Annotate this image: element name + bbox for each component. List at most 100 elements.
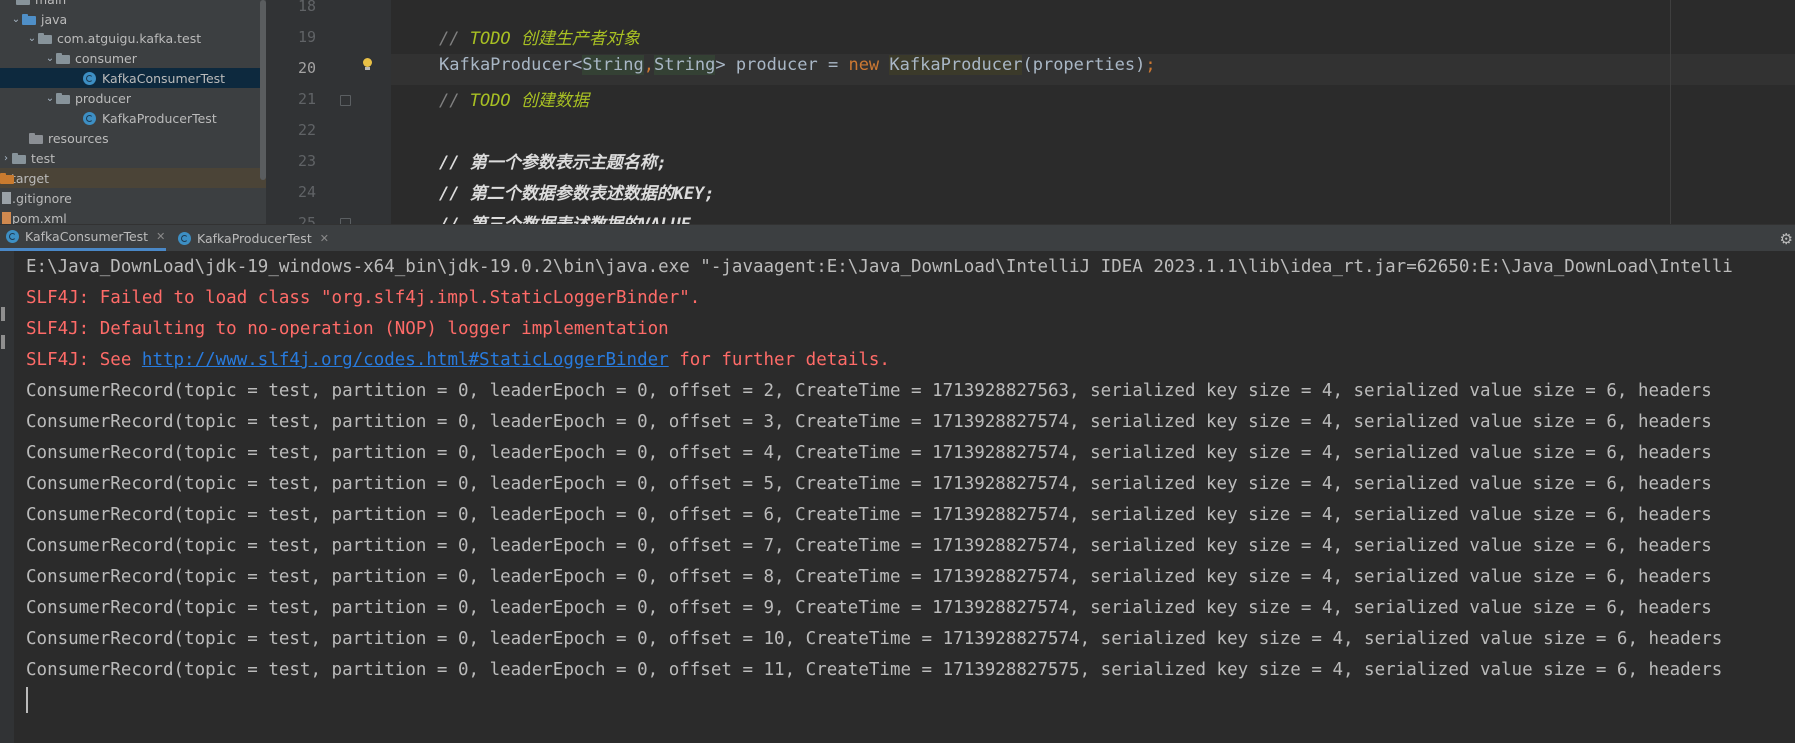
fold-marker-icon[interactable] — [340, 95, 351, 106]
tree-item-gitignore[interactable]: .gitignore — [0, 188, 266, 208]
tab-label: KafkaConsumerTest — [25, 229, 149, 244]
code-token: KafkaProducer — [889, 55, 1023, 75]
line-number: 21 — [297, 90, 316, 108]
console-record-line: ConsumerRecord(topic = test, partition =… — [26, 660, 1723, 680]
lightbulb-icon[interactable] — [362, 58, 372, 70]
line-number: 20 — [297, 59, 316, 77]
tree-item-label: consumer — [75, 50, 137, 66]
text-cursor — [26, 687, 28, 713]
class-icon — [83, 111, 97, 125]
keyword: new — [848, 55, 880, 75]
class-icon — [178, 231, 192, 245]
console-link[interactable]: http://www.slf4j.org/codes.html#StaticLo… — [142, 350, 669, 370]
code-token: > producer = — [715, 55, 849, 75]
code-token: , — [643, 55, 654, 75]
console-record-line: ConsumerRecord(topic = test, partition =… — [26, 505, 1712, 525]
tab-label: KafkaProducerTest — [197, 230, 312, 246]
chevron-down-icon[interactable]: ⌄ — [44, 53, 56, 64]
code-line-25: // 第三个数据表述数据的VALUE — [439, 210, 691, 224]
code-token: ; — [1145, 55, 1156, 75]
close-icon[interactable]: ✕ — [320, 232, 329, 245]
xml-file-icon — [0, 211, 11, 224]
console-record-line: ConsumerRecord(topic = test, partition =… — [26, 536, 1712, 556]
console-record-line: ConsumerRecord(topic = test, partition =… — [26, 598, 1712, 618]
comment: // — [439, 91, 470, 111]
console-error-line: SLF4J: Failed to load class "org.slf4j.i… — [26, 288, 701, 308]
console-record-line: ConsumerRecord(topic = test, partition =… — [26, 474, 1712, 494]
folder-icon — [16, 0, 30, 5]
console-marker — [1, 307, 5, 321]
console-marker — [1, 335, 5, 349]
code-token: String — [582, 55, 644, 75]
code-editor[interactable]: // TODO 创建生产者对象 KafkaProducer<String,Str… — [391, 0, 1795, 224]
line-number: 22 — [297, 121, 316, 139]
tree-item-label: java — [41, 11, 68, 27]
chevron-down-icon[interactable]: ⌄ — [44, 93, 56, 104]
console-record-line: ConsumerRecord(topic = test, partition =… — [26, 567, 1712, 587]
tree-item-kafka-consumer-test[interactable]: KafkaConsumerTest — [0, 68, 266, 88]
file-icon — [0, 191, 11, 204]
project-tree: main ⌄ java ⌄ com.atguigu.kafka.test ⌄ c… — [0, 0, 266, 224]
source-folder-icon — [22, 13, 36, 25]
excluded-folder-icon — [0, 172, 14, 184]
package-icon — [56, 52, 70, 64]
line-number: 24 — [297, 183, 316, 201]
console-error-line: SLF4J: See http://www.slf4j.org/codes.ht… — [26, 345, 890, 376]
code-line-24: // 第二个数据参数表述数据的KEY; — [439, 184, 715, 204]
package-icon — [38, 32, 52, 44]
tree-item-label: .gitignore — [12, 190, 72, 206]
folder-icon — [12, 152, 26, 164]
chevron-down-icon[interactable]: ⌄ — [26, 33, 38, 44]
run-tab-bar: KafkaConsumerTest ✕ KafkaProducerTest ✕ … — [0, 224, 1795, 252]
right-margin-guide — [1670, 0, 1671, 224]
console-record-line: ConsumerRecord(topic = test, partition =… — [26, 443, 1712, 463]
close-icon[interactable]: ✕ — [156, 230, 165, 243]
code-token: String — [653, 55, 716, 75]
tree-item-label: target — [11, 170, 50, 186]
gear-icon[interactable]: ⚙ — [1780, 230, 1793, 248]
tree-item-label: main — [35, 0, 66, 7]
tree-item-consumer[interactable]: ⌄ consumer — [0, 48, 266, 68]
console-record-line: ConsumerRecord(topic = test, partition =… — [26, 412, 1712, 432]
console-error-line: SLF4J: Defaulting to no-operation (NOP) … — [26, 319, 669, 339]
tree-item-main[interactable]: main — [0, 0, 266, 9]
tree-item-label: resources — [48, 130, 109, 146]
comment: // — [439, 29, 470, 49]
tree-item-java[interactable]: ⌄ java — [0, 9, 266, 29]
chevron-right-icon[interactable]: › — [0, 153, 12, 164]
code-line-23: // 第一个参数表示主题名称; — [439, 153, 667, 173]
tree-item-label: KafkaConsumerTest — [102, 70, 226, 86]
class-icon — [83, 71, 97, 85]
console-gutter — [0, 251, 14, 743]
tree-item-label: KafkaProducerTest — [102, 110, 217, 126]
run-console[interactable]: E:\Java_DownLoad\jdk-19_windows-x64_bin\… — [14, 251, 1795, 743]
tab-kafka-producer-test[interactable]: KafkaProducerTest ✕ — [172, 225, 332, 251]
todo-comment: TODO 创建数据 — [469, 91, 589, 111]
line-number: 23 — [297, 152, 316, 170]
code-line-20: KafkaProducer<String,String> producer = … — [439, 55, 1156, 75]
tree-item-pom[interactable]: pom.xml — [0, 208, 266, 224]
code-token: KafkaProducer< — [439, 55, 583, 75]
resources-folder-icon — [29, 132, 43, 144]
tree-item-resources[interactable]: resources — [0, 128, 266, 148]
package-icon — [56, 92, 70, 104]
tree-item-label: test — [31, 150, 56, 166]
tree-item-producer[interactable]: ⌄ producer — [0, 88, 266, 108]
tree-item-label: pom.xml — [12, 210, 67, 225]
console-text: SLF4J: See — [26, 350, 142, 370]
tree-item-package-root[interactable]: ⌄ com.atguigu.kafka.test — [0, 28, 266, 48]
line-number: 18 — [297, 0, 316, 15]
editor-gutter: 18 19 20 21 22 23 24 25 — [266, 0, 391, 232]
tree-item-target[interactable]: target — [0, 168, 266, 188]
tree-item-label: producer — [75, 90, 132, 106]
code-line-21: // TODO 创建数据 — [439, 86, 589, 111]
tree-item-test[interactable]: › test — [0, 148, 266, 168]
tree-item-kafka-producer-test[interactable]: KafkaProducerTest — [0, 108, 266, 128]
console-record-line: ConsumerRecord(topic = test, partition =… — [26, 381, 1712, 401]
tab-kafka-consumer-test[interactable]: KafkaConsumerTest ✕ — [0, 225, 166, 251]
console-record-line: ConsumerRecord(topic = test, partition =… — [26, 629, 1723, 649]
chevron-down-icon[interactable]: ⌄ — [10, 14, 22, 25]
class-icon — [6, 230, 20, 243]
console-command-line: E:\Java_DownLoad\jdk-19_windows-x64_bin\… — [26, 257, 1733, 277]
code-line-19: // TODO 创建生产者对象 — [439, 24, 640, 49]
